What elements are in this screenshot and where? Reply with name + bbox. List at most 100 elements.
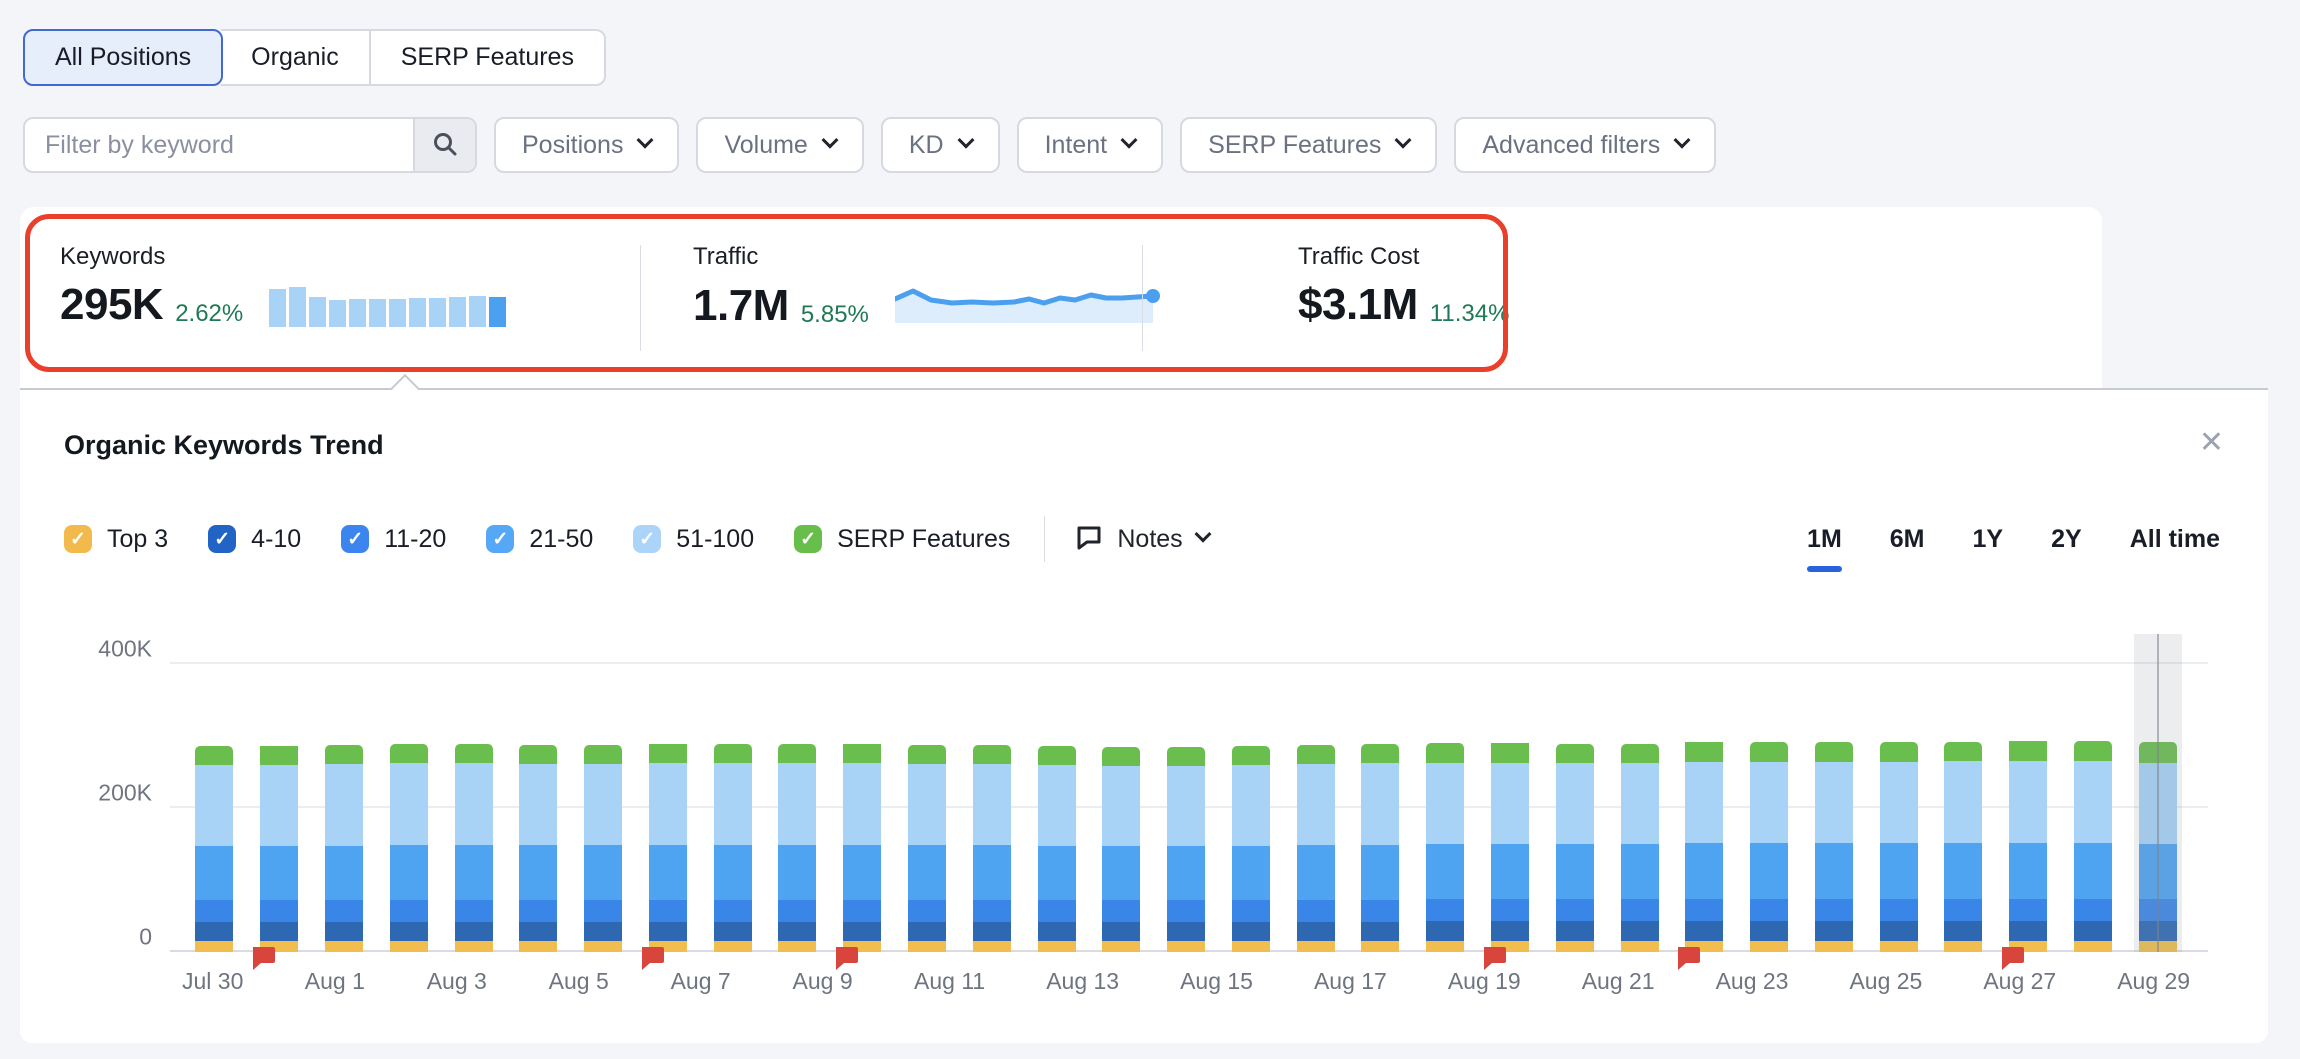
bar-segment-serp-features[interactable] [1491, 743, 1529, 762]
tab-all-positions[interactable]: All Positions [23, 29, 223, 86]
stacked-bar[interactable] [973, 745, 1011, 952]
filter-dropdown-volume[interactable]: Volume [696, 117, 863, 173]
bar-segment-4-10[interactable] [908, 922, 946, 941]
bar-segment-top-3[interactable] [519, 941, 557, 952]
checkbox-11-20[interactable]: ✓ [341, 525, 369, 553]
bar-segment-21-50[interactable] [649, 845, 687, 900]
stacked-bar[interactable] [260, 746, 298, 952]
bar-segment-4-10[interactable] [649, 922, 687, 941]
stacked-bar[interactable] [1880, 742, 1918, 952]
bar-segment-serp-features[interactable] [325, 745, 363, 764]
stacked-bar[interactable] [2074, 741, 2112, 952]
legend-item-serp-features[interactable]: ✓SERP Features [794, 525, 1010, 554]
bar-segment-4-10[interactable] [1426, 921, 1464, 941]
bar-segment-serp-features[interactable] [1685, 742, 1723, 761]
bar-segment-11-20[interactable] [1102, 900, 1140, 922]
bar-column-aug-5[interactable] [571, 632, 636, 952]
bar-column-aug-1[interactable] [312, 632, 377, 952]
bar-segment-11-20[interactable] [1815, 899, 1853, 921]
bar-column-aug-7[interactable] [700, 632, 765, 952]
note-flag-icon[interactable] [248, 943, 280, 980]
bar-column-aug-19[interactable] [1478, 632, 1543, 952]
bar-segment-top-3[interactable] [1426, 941, 1464, 952]
bar-segment-serp-features[interactable] [1556, 744, 1594, 763]
bar-segment-serp-features[interactable] [973, 745, 1011, 764]
bar-segment-11-20[interactable] [778, 900, 816, 922]
bar-column-aug-28[interactable] [2061, 632, 2126, 952]
bar-segment-serp-features[interactable] [1102, 747, 1140, 766]
bar-segment-11-20[interactable] [584, 900, 622, 922]
bar-segment-51-100[interactable] [1426, 763, 1464, 844]
bar-segment-serp-features[interactable] [714, 744, 752, 763]
bar-segment-top-3[interactable] [1102, 941, 1140, 952]
bar-segment-top-3[interactable] [1944, 941, 1982, 952]
bar-segment-11-20[interactable] [649, 900, 687, 922]
bar-segment-11-20[interactable] [1361, 900, 1399, 922]
bar-segment-21-50[interactable] [325, 846, 363, 901]
bar-segment-11-20[interactable] [1880, 899, 1918, 921]
bar-segment-21-50[interactable] [1102, 846, 1140, 901]
bar-segment-21-50[interactable] [1556, 844, 1594, 899]
bar-segment-4-10[interactable] [1556, 921, 1594, 941]
stacked-bar[interactable] [1815, 742, 1853, 952]
notes-dropdown[interactable]: Notes [1075, 523, 1208, 556]
bar-segment-21-50[interactable] [1750, 843, 1788, 899]
bar-segment-serp-features[interactable] [2009, 741, 2047, 761]
bar-segment-21-50[interactable] [1815, 843, 1853, 899]
range-tab-2y[interactable]: 2Y [2051, 525, 2082, 554]
bar-segment-serp-features[interactable] [390, 744, 428, 763]
bar-segment-21-50[interactable] [1621, 844, 1659, 899]
bar-segment-4-10[interactable] [325, 922, 363, 941]
bar-segment-11-20[interactable] [908, 900, 946, 922]
bar-column-aug-8[interactable] [765, 632, 830, 952]
stacked-bar[interactable] [1038, 746, 1076, 952]
stacked-bar[interactable] [1361, 744, 1399, 952]
bar-segment-4-10[interactable] [584, 922, 622, 941]
bar-segment-21-50[interactable] [1880, 843, 1918, 899]
bar-segment-11-20[interactable] [1038, 900, 1076, 922]
legend-item-top-3[interactable]: ✓Top 3 [64, 525, 168, 554]
bar-segment-4-10[interactable] [1750, 921, 1788, 941]
legend-item-11-20[interactable]: ✓11-20 [341, 525, 446, 554]
bar-column-aug-2[interactable] [376, 632, 441, 952]
stacked-bar[interactable] [584, 745, 622, 952]
note-flag-icon[interactable] [637, 943, 669, 980]
bar-segment-21-50[interactable] [908, 845, 946, 900]
keyword-filter-input[interactable] [25, 119, 413, 171]
bar-segment-4-10[interactable] [1102, 922, 1140, 941]
bar-segment-top-3[interactable] [390, 941, 428, 952]
bar-segment-21-50[interactable] [584, 845, 622, 900]
filter-dropdown-positions[interactable]: Positions [494, 117, 679, 173]
bar-segment-4-10[interactable] [1038, 922, 1076, 941]
bar-segment-4-10[interactable] [1685, 921, 1723, 941]
bar-segment-51-100[interactable] [584, 764, 622, 845]
bar-segment-serp-features[interactable] [1426, 743, 1464, 762]
bar-segment-11-20[interactable] [2074, 899, 2112, 921]
legend-item-21-50[interactable]: ✓21-50 [486, 525, 593, 554]
checkbox-51-100[interactable]: ✓ [633, 525, 661, 553]
range-tab-1m[interactable]: 1M [1807, 525, 1842, 554]
bar-segment-51-100[interactable] [1815, 762, 1853, 843]
bar-segment-21-50[interactable] [2139, 844, 2177, 899]
bar-segment-11-20[interactable] [2009, 899, 2047, 921]
bar-segment-11-20[interactable] [260, 900, 298, 922]
bar-segment-11-20[interactable] [1621, 899, 1659, 921]
bar-segment-51-100[interactable] [260, 765, 298, 846]
checkbox-top-3[interactable]: ✓ [64, 525, 92, 553]
bar-segment-serp-features[interactable] [2139, 742, 2177, 762]
bar-segment-51-100[interactable] [1102, 766, 1140, 846]
bar-segment-21-50[interactable] [2074, 843, 2112, 899]
bar-segment-4-10[interactable] [2009, 921, 2047, 941]
bar-segment-21-50[interactable] [1685, 843, 1723, 899]
checkbox-21-50[interactable]: ✓ [486, 525, 514, 553]
bar-segment-4-10[interactable] [1815, 921, 1853, 941]
stacked-bar[interactable] [714, 744, 752, 952]
bar-column-aug-18[interactable] [1413, 632, 1478, 952]
bar-segment-51-100[interactable] [519, 764, 557, 845]
bar-segment-serp-features[interactable] [649, 744, 687, 763]
bar-segment-11-20[interactable] [1556, 899, 1594, 921]
bar-segment-serp-features[interactable] [1297, 745, 1335, 764]
stacked-bar[interactable] [649, 744, 687, 952]
bar-segment-11-20[interactable] [1426, 899, 1464, 921]
bar-segment-51-100[interactable] [778, 763, 816, 844]
